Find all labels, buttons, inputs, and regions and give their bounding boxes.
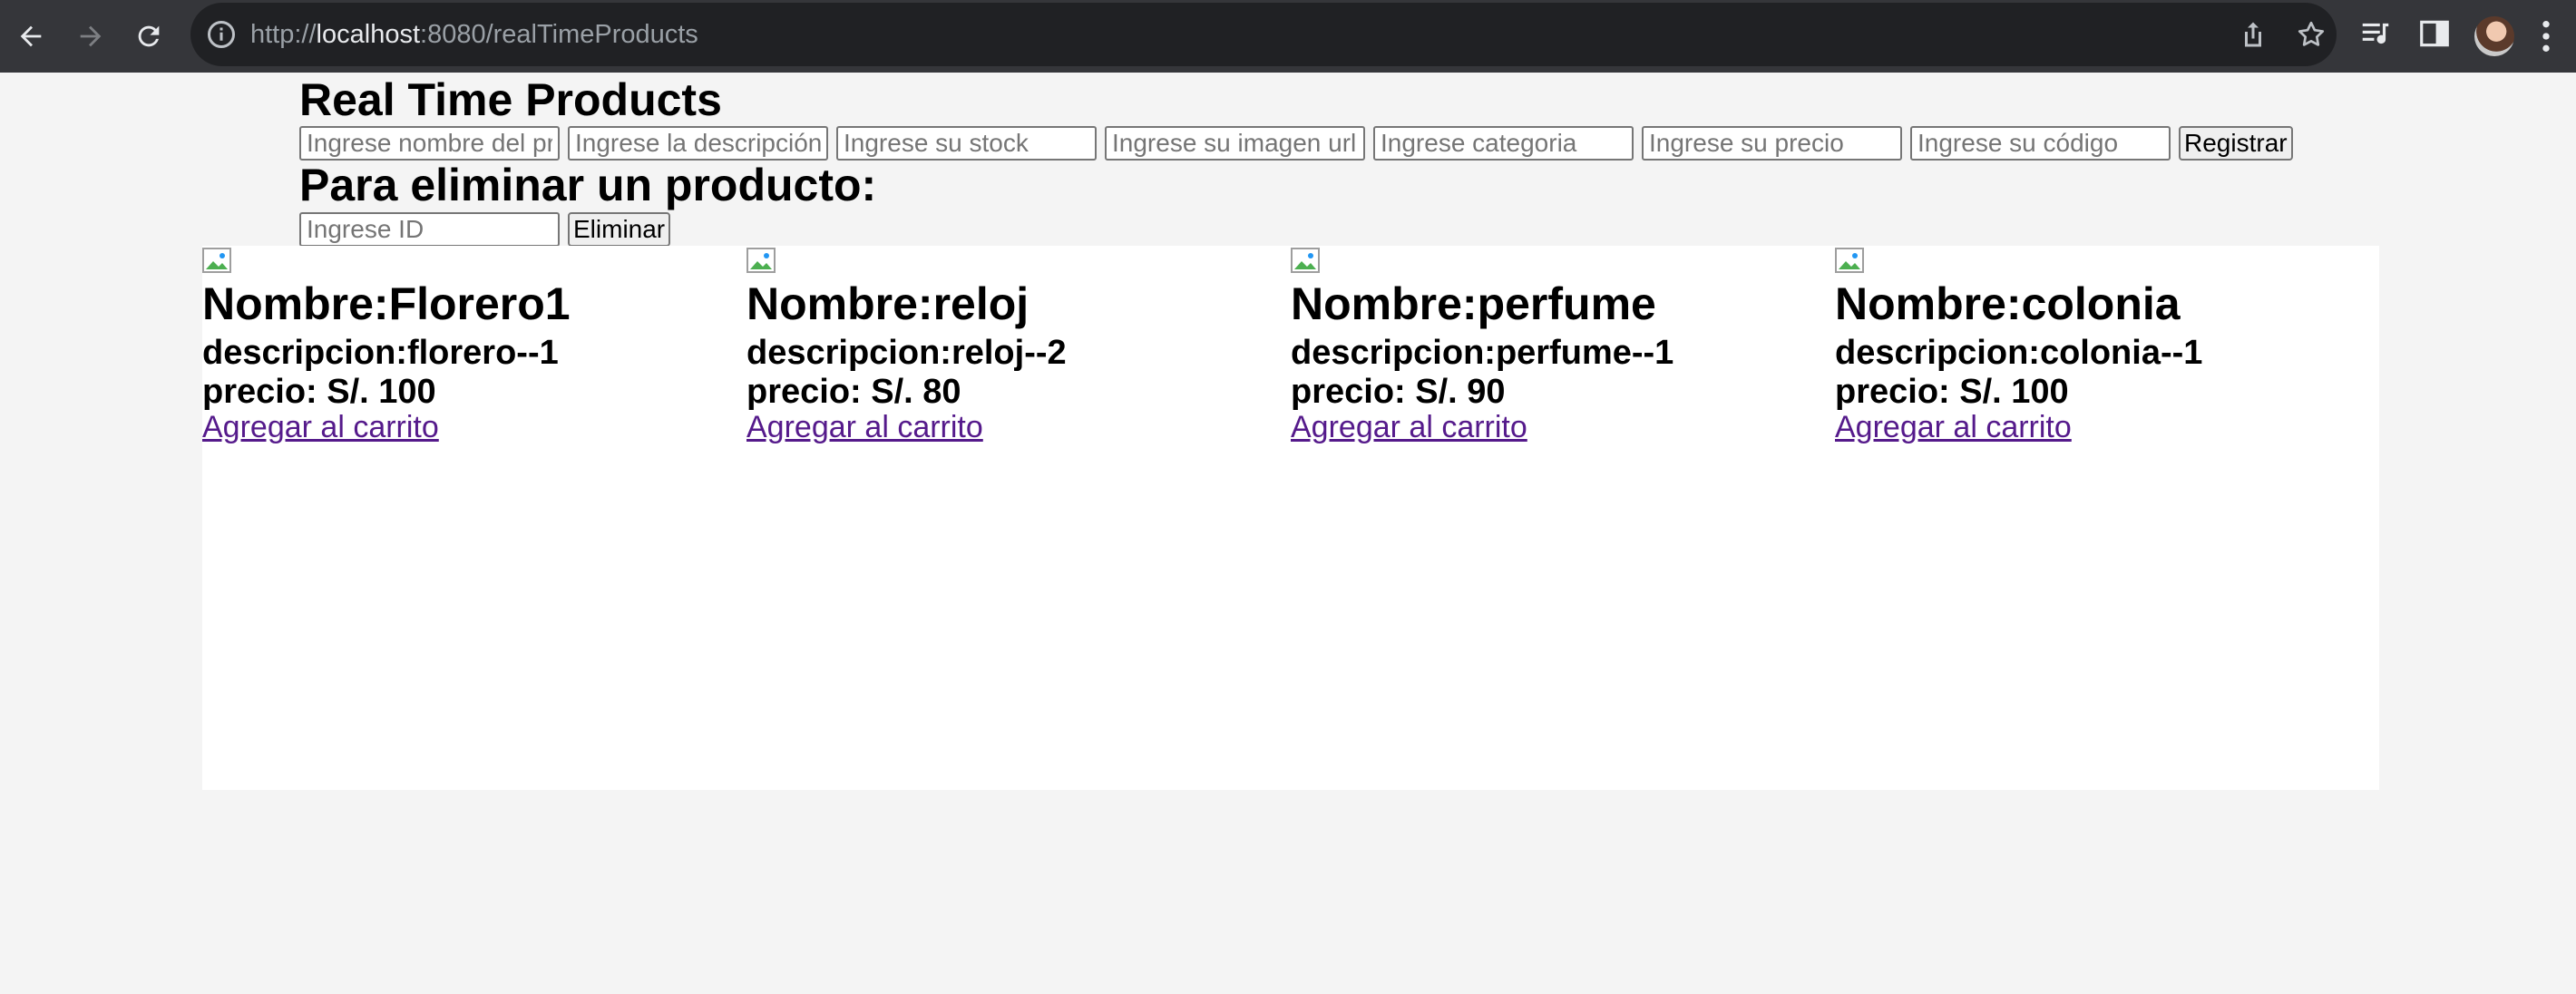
page-content: Real Time Products Registrar Para elimin… (0, 73, 2576, 994)
product-id-input[interactable] (299, 212, 560, 247)
product-price: precio: S/. 80 (746, 373, 961, 411)
product-name-input[interactable] (299, 126, 560, 161)
product-price-input[interactable] (1642, 126, 1902, 161)
broken-image-icon (1291, 248, 1320, 273)
page-title: Real Time Products (299, 74, 722, 125)
product-description: descripcion:perfume--1 (1291, 334, 1674, 372)
add-to-cart-link[interactable]: Agregar al carrito (1291, 409, 1527, 445)
info-icon[interactable] (205, 18, 238, 51)
product-name: Nombre:reloj (746, 278, 1029, 329)
bookmark-star-icon[interactable] (2295, 18, 2327, 51)
product-image-url-input[interactable] (1105, 126, 1365, 161)
product-description-input[interactable] (568, 126, 828, 161)
more-menu-icon[interactable] (2540, 18, 2552, 54)
profile-avatar[interactable] (2474, 16, 2514, 56)
product-stock-input[interactable] (836, 126, 1097, 161)
reload-button[interactable] (127, 15, 171, 58)
product-price: precio: S/. 90 (1291, 373, 1506, 411)
add-to-cart-link[interactable]: Agregar al carrito (1835, 409, 2072, 445)
back-button[interactable] (9, 15, 53, 58)
product-price: precio: S/. 100 (202, 373, 436, 411)
delete-section-title: Para eliminar un producto: (299, 160, 877, 210)
share-icon[interactable] (2237, 18, 2269, 51)
add-to-cart-link[interactable]: Agregar al carrito (202, 409, 439, 445)
product-name: Nombre:colonia (1835, 278, 2181, 329)
product-category-input[interactable] (1373, 126, 1634, 161)
arrow-left-icon (20, 25, 42, 47)
product-description: descripcion:florero--1 (202, 334, 559, 372)
media-playlist-icon[interactable] (2358, 16, 2393, 51)
register-button[interactable]: Registrar (2179, 126, 2293, 161)
url-prefix: http:// (250, 20, 317, 49)
delete-button[interactable]: Eliminar (568, 212, 671, 247)
browser-toolbar: http://localhost:8080/realTimeProducts (0, 0, 2576, 73)
add-to-cart-link[interactable]: Agregar al carrito (746, 409, 983, 445)
product-name: Nombre:perfume (1291, 278, 1656, 329)
broken-image-icon (1835, 248, 1864, 273)
product-price: precio: S/. 100 (1835, 373, 2069, 411)
broken-image-icon (202, 248, 231, 273)
product-name: Nombre:Florero1 (202, 278, 571, 329)
url-host: localhost (316, 20, 421, 49)
product-description: descripcion:reloj--2 (746, 334, 1067, 372)
url-text[interactable]: http://localhost:8080/realTimeProducts (250, 3, 698, 66)
product-code-input[interactable] (1910, 126, 2171, 161)
broken-image-icon (746, 248, 776, 273)
product-list: Nombre:Florero1 descripcion:florero--1 p… (202, 246, 2379, 790)
reload-icon (138, 25, 160, 47)
arrow-right-icon (80, 25, 102, 47)
forward-button[interactable] (69, 15, 112, 58)
side-panel-icon[interactable] (2417, 16, 2452, 51)
url-path: :8080/realTimeProducts (420, 20, 698, 49)
product-description: descripcion:colonia--1 (1835, 334, 2203, 372)
address-bar[interactable]: http://localhost:8080/realTimeProducts (190, 3, 2337, 66)
